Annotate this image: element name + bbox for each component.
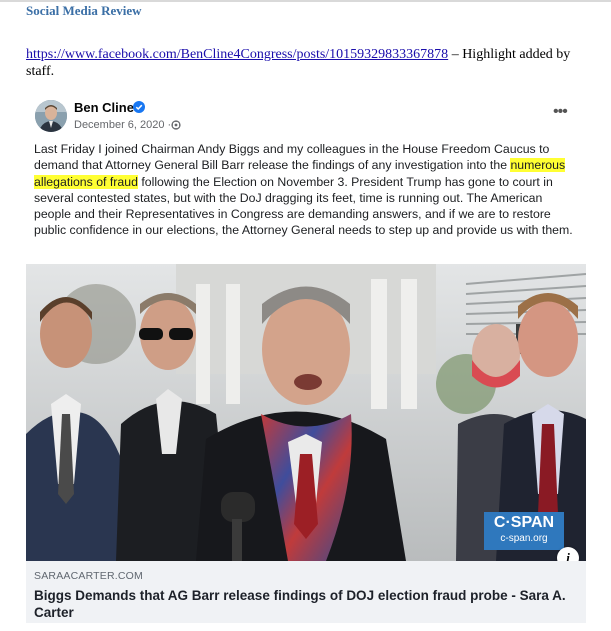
post-text: Last Friday I joined Chairman Andy Biggs… bbox=[34, 141, 582, 239]
cspan-url-text: c-span.org bbox=[500, 533, 548, 544]
link-domain: SARAACARTER.COM bbox=[34, 570, 143, 582]
link-title[interactable]: Biggs Demands that AG Barr release findi… bbox=[34, 587, 574, 621]
post-date[interactable]: December 6, 2020 · bbox=[74, 119, 171, 131]
link-preview-card[interactable]: SARAACARTER.COM Biggs Demands that AG Ba… bbox=[26, 561, 586, 623]
more-options-icon[interactable]: ••• bbox=[553, 104, 568, 120]
verified-badge-icon bbox=[133, 101, 145, 113]
post-text-part-1: Last Friday I joined Chairman Andy Biggs… bbox=[34, 142, 550, 173]
facebook-post: Ben Cline December 6, 2020 · ••• Last Fr… bbox=[26, 93, 586, 623]
section-header: Social Media Review bbox=[26, 3, 142, 18]
author-name[interactable]: Ben Cline bbox=[74, 100, 134, 115]
post-header: Ben Cline December 6, 2020 · ••• bbox=[26, 93, 586, 137]
globe-icon bbox=[171, 120, 181, 130]
cspan-logo-text: C·SPAN bbox=[493, 514, 555, 531]
avatar-photo bbox=[35, 100, 67, 132]
link-preview-image[interactable]: C·SPAN c-span.org bbox=[26, 264, 586, 561]
top-divider bbox=[0, 0, 611, 2]
avatar[interactable] bbox=[35, 100, 67, 132]
source-line: https://www.facebook.com/BenCline4Congre… bbox=[26, 46, 596, 80]
source-link[interactable]: https://www.facebook.com/BenCline4Congre… bbox=[26, 47, 448, 62]
